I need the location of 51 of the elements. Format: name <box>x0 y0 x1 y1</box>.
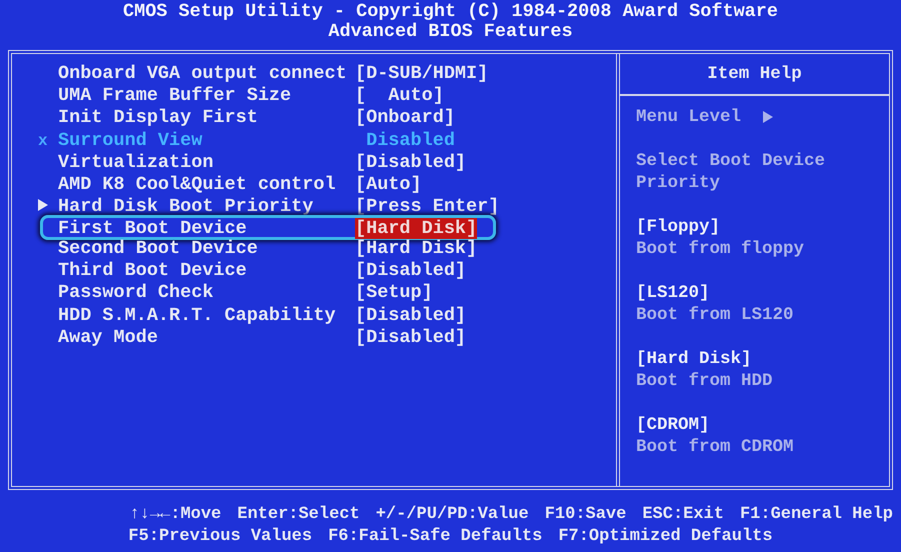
key-hint: Enter:Select <box>237 504 360 526</box>
key-hint: +/-/PU/PD:Value <box>376 504 529 526</box>
setting-value[interactable]: [Disabled] <box>355 304 466 326</box>
setting-value[interactable]: [Press Enter] <box>355 196 500 218</box>
key-hint: F6:Fail-Safe Defaults <box>328 526 542 548</box>
option-name: [CDROM] <box>636 414 711 436</box>
setting-value[interactable]: Disabled <box>355 130 455 151</box>
key-hint: F7:Optimized Defaults <box>558 526 773 548</box>
help-description: Select Boot Device Priority <box>636 150 826 194</box>
bios-title: CMOS Setup Utility - Copyright (C) 1984-2008 Award Software <box>122 2 778 22</box>
page-title: Advanced BIOS Features <box>328 22 573 42</box>
unavailable-marker: x <box>38 132 48 150</box>
option-description: Boot from CDROM <box>636 436 795 458</box>
option-description: Boot from LS120 <box>636 304 795 326</box>
setting-label[interactable]: Third Boot Device <box>58 260 355 282</box>
key-hint: F1:General Help <box>740 504 893 526</box>
setting-label[interactable]: UMA Frame Buffer Size <box>58 84 355 106</box>
setting-value[interactable]: [Disabled] <box>355 326 466 348</box>
option-description: Boot from HDD <box>636 370 774 392</box>
setting-label[interactable]: AMD K8 Cool&Quiet control <box>58 174 355 196</box>
setting-label[interactable]: Onboard VGA output connect <box>58 62 355 84</box>
setting-value[interactable]: [Hard Disk] <box>355 218 478 240</box>
key-hint: F10:Save <box>544 504 626 526</box>
setting-value[interactable]: [ Auto] <box>355 84 444 106</box>
setting-label[interactable]: Hard Disk Boot Priority <box>58 196 355 218</box>
key-hint: ↑↓→←:Move <box>129 504 222 526</box>
setting-value[interactable]: [D-SUB/HDMI] <box>355 62 488 84</box>
setting-label[interactable]: Init Display First <box>58 107 355 128</box>
setting-label[interactable]: Virtualization <box>58 152 355 173</box>
menu-level-label: Menu Level <box>636 106 742 128</box>
setting-label[interactable]: Password Check <box>58 282 355 304</box>
option-name: [LS120] <box>636 282 711 304</box>
setting-label[interactable]: Away Mode <box>58 326 355 348</box>
setting-label[interactable]: HDD S.M.A.R.T. Capability <box>58 304 355 326</box>
setting-value[interactable]: [Onboard] <box>355 107 455 128</box>
key-hint: ESC:Exit <box>642 504 724 526</box>
setting-label[interactable]: First Boot Device <box>58 218 355 240</box>
setting-value[interactable]: [Disabled] <box>355 260 466 282</box>
setting-label[interactable]: Second Boot Device <box>58 238 355 259</box>
setting-value[interactable]: [Hard Disk] <box>355 238 478 259</box>
option-name: [Floppy] <box>636 216 722 238</box>
setting-value[interactable]: [Disabled] <box>355 152 466 173</box>
setting-value[interactable]: [Auto] <box>355 174 422 196</box>
setting-value[interactable]: [Setup] <box>355 282 433 304</box>
triangle-icon <box>38 199 48 212</box>
setting-label: Surround View <box>58 130 204 151</box>
help-title: Item Help <box>707 64 802 84</box>
option-name: [Hard Disk] <box>636 348 753 370</box>
key-hint: F5:Previous Values <box>128 526 312 548</box>
triangle-icon <box>763 111 774 123</box>
option-description: Boot from floppy <box>636 238 806 260</box>
